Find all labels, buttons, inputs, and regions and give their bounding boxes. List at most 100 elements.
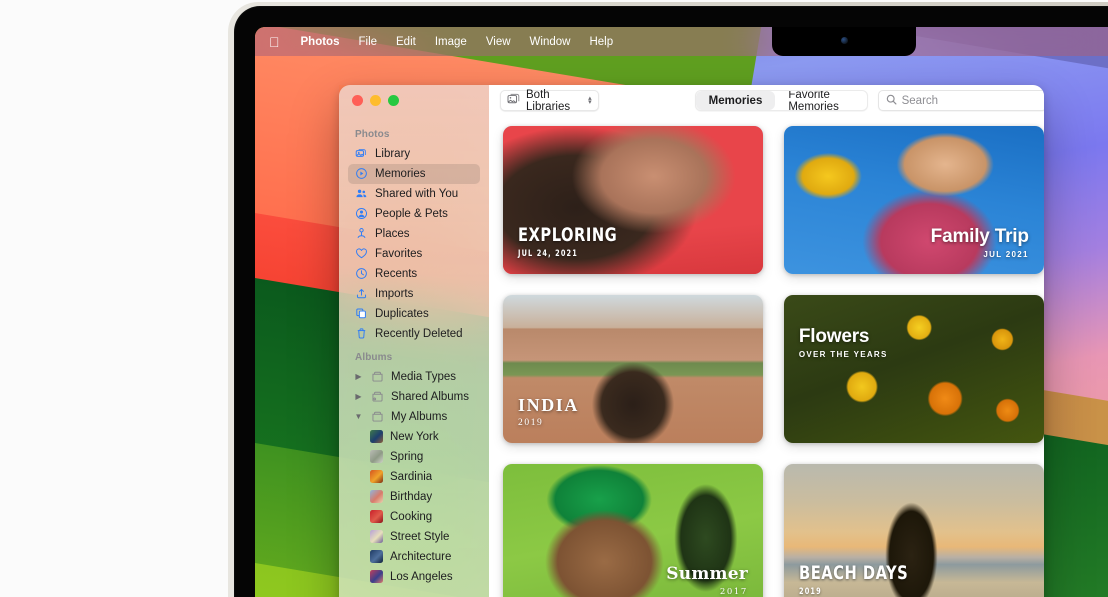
facetime-camera-icon [841, 37, 848, 44]
photos-app-window: Photos Library Memories Shared with You [339, 85, 1044, 597]
memory-card[interactable]: EXPLORINGJUL 24, 2021 [503, 126, 763, 274]
memory-subtitle: JUL 2021 [931, 250, 1029, 259]
folder-icon [370, 410, 384, 424]
sidebar-item-shared-albums[interactable]: ▶ Shared Albums [348, 387, 480, 407]
sidebar-item-shared-with-you[interactable]: Shared with You [348, 184, 480, 204]
sidebar-album-item[interactable]: Los Angeles [348, 567, 480, 587]
memory-card[interactable]: BEACH DAYS 2019 [784, 464, 1044, 597]
menu-item-view[interactable]: View [486, 36, 511, 48]
memory-title: INDIA [518, 396, 579, 415]
sidebar-item-recently-deleted[interactable]: Recently Deleted [348, 324, 480, 344]
memory-subtitle: 2019 [799, 587, 908, 597]
sidebar-item-library[interactable]: Library [348, 144, 480, 164]
memories-icon [354, 167, 368, 181]
memory-title: Family Trip [931, 227, 1029, 247]
window-traffic-lights [339, 85, 489, 116]
album-label: Birthday [390, 491, 432, 503]
search-field[interactable]: Search [878, 90, 1044, 111]
tab-favorite-memories[interactable]: Favorite Memories [775, 91, 866, 110]
people-pets-icon [354, 207, 368, 221]
sidebar-album-item[interactable]: Cooking [348, 507, 480, 527]
memory-card[interactable]: Flowers OVER THE YEARS [784, 295, 1044, 443]
sidebar-item-label: Recently Deleted [375, 328, 463, 340]
sidebar-item-label: People & Pets [375, 208, 448, 220]
up-down-chevron-icon[interactable]: ▴▾ [588, 97, 592, 105]
menu-item-file[interactable]: File [358, 36, 377, 48]
sidebar-item-label: My Albums [391, 411, 447, 423]
memory-caption: Flowers OVER THE YEARS [799, 327, 888, 359]
macos-menu-bar:  Photos File Edit Image View Window Hel… [255, 27, 1108, 56]
shared-folder-icon [370, 390, 384, 404]
album-label: Spring [390, 451, 423, 463]
memory-title: BEACH DAYS [799, 564, 908, 584]
sidebar-album-item[interactable]: Spring [348, 447, 480, 467]
memory-subtitle: 2017 [666, 587, 748, 597]
heart-icon [354, 247, 368, 261]
chevron-right-icon[interactable]: ▶ [354, 372, 363, 381]
sidebar-section-albums-header: Albums [348, 344, 480, 367]
sidebar-album-item[interactable]: Street Style [348, 527, 480, 547]
sidebar-item-label: Favorites [375, 248, 422, 260]
sidebar-item-people-pets[interactable]: People & Pets [348, 204, 480, 224]
memory-title: Flowers [799, 327, 888, 347]
album-thumbnail [370, 550, 383, 563]
memory-subtitle: JUL 24, 2021 [518, 249, 617, 259]
photos-sidebar: Photos Library Memories Shared with You [339, 85, 489, 597]
laptop-screen:  Photos File Edit Image View Window Hel… [255, 27, 1108, 597]
search-placeholder: Search [902, 95, 938, 107]
sidebar-album-item[interactable]: Birthday [348, 487, 480, 507]
sidebar-item-my-albums[interactable]: ▼ My Albums [348, 407, 480, 427]
memory-caption: Family Trip JUL 2021 [931, 227, 1029, 259]
album-thumbnail [370, 430, 383, 443]
memory-card[interactable]: Family Trip JUL 2021 [784, 126, 1044, 274]
clock-icon [354, 267, 368, 281]
sidebar-album-item[interactable]: Sardinia [348, 467, 480, 487]
tab-memories[interactable]: Memories [696, 91, 776, 110]
menu-item-photos[interactable]: Photos [301, 36, 340, 48]
sidebar-item-media-types[interactable]: ▶ Media Types [348, 367, 480, 387]
sidebar-item-label: Media Types [391, 371, 456, 383]
both-libraries-button[interactable]: Both Libraries ▴▾ [500, 90, 599, 111]
duplicates-icon [354, 307, 368, 321]
memory-artwork [784, 295, 1044, 443]
places-pin-icon [354, 227, 368, 241]
display-notch [772, 27, 916, 56]
chevron-right-icon[interactable]: ▶ [354, 392, 363, 401]
sidebar-scroll-area[interactable]: Photos Library Memories Shared with You [339, 116, 489, 597]
menu-item-edit[interactable]: Edit [396, 36, 416, 48]
photos-main-pane: Both Libraries ▴▾ Memories Favorite Memo… [489, 85, 1044, 597]
memories-grid: EXPLORINGJUL 24, 2021 Family Trip JUL 2021… [489, 116, 1044, 597]
sidebar-item-label: Memories [375, 168, 425, 180]
memory-caption: Summer2017 [666, 566, 748, 597]
my-albums-list: New York Spring Sardinia Birthday CookingStr… [348, 427, 480, 587]
memory-subtitle: 2019 [518, 418, 579, 428]
sidebar-item-places[interactable]: Places [348, 224, 480, 244]
photo-library-icon [354, 147, 368, 161]
sidebar-item-favorites[interactable]: Favorites [348, 244, 480, 264]
album-thumbnail [370, 470, 383, 483]
apple-logo-icon[interactable]:  [269, 35, 280, 49]
memory-card[interactable]: INDIA 2019 [503, 295, 763, 443]
close-button[interactable] [352, 95, 363, 106]
sidebar-item-memories[interactable]: Memories [348, 164, 480, 184]
menu-item-image[interactable]: Image [435, 36, 467, 48]
memory-card[interactable]: Summer2017 [503, 464, 763, 597]
chevron-down-icon[interactable]: ▼ [354, 412, 363, 421]
sidebar-item-label: Recents [375, 268, 417, 280]
memory-subtitle: OVER THE YEARS [799, 350, 888, 359]
sidebar-album-item[interactable]: New York [348, 427, 480, 447]
menu-item-help[interactable]: Help [589, 36, 613, 48]
sidebar-item-duplicates[interactable]: Duplicates [348, 304, 480, 324]
zoom-button[interactable] [388, 95, 399, 106]
sidebar-item-recents[interactable]: Recents [348, 264, 480, 284]
sidebar-section-photos-header: Photos [348, 121, 480, 144]
minimize-button[interactable] [370, 95, 381, 106]
photos-toolbar: Both Libraries ▴▾ Memories Favorite Memo… [489, 85, 1044, 116]
sidebar-item-label: Shared with You [375, 188, 458, 200]
sidebar-album-item[interactable]: Architecture [348, 547, 480, 567]
menu-item-window[interactable]: Window [530, 36, 571, 48]
sidebar-item-imports[interactable]: Imports [348, 284, 480, 304]
album-thumbnail [370, 570, 383, 583]
album-thumbnail [370, 490, 383, 503]
sidebar-item-label: Library [375, 148, 410, 160]
